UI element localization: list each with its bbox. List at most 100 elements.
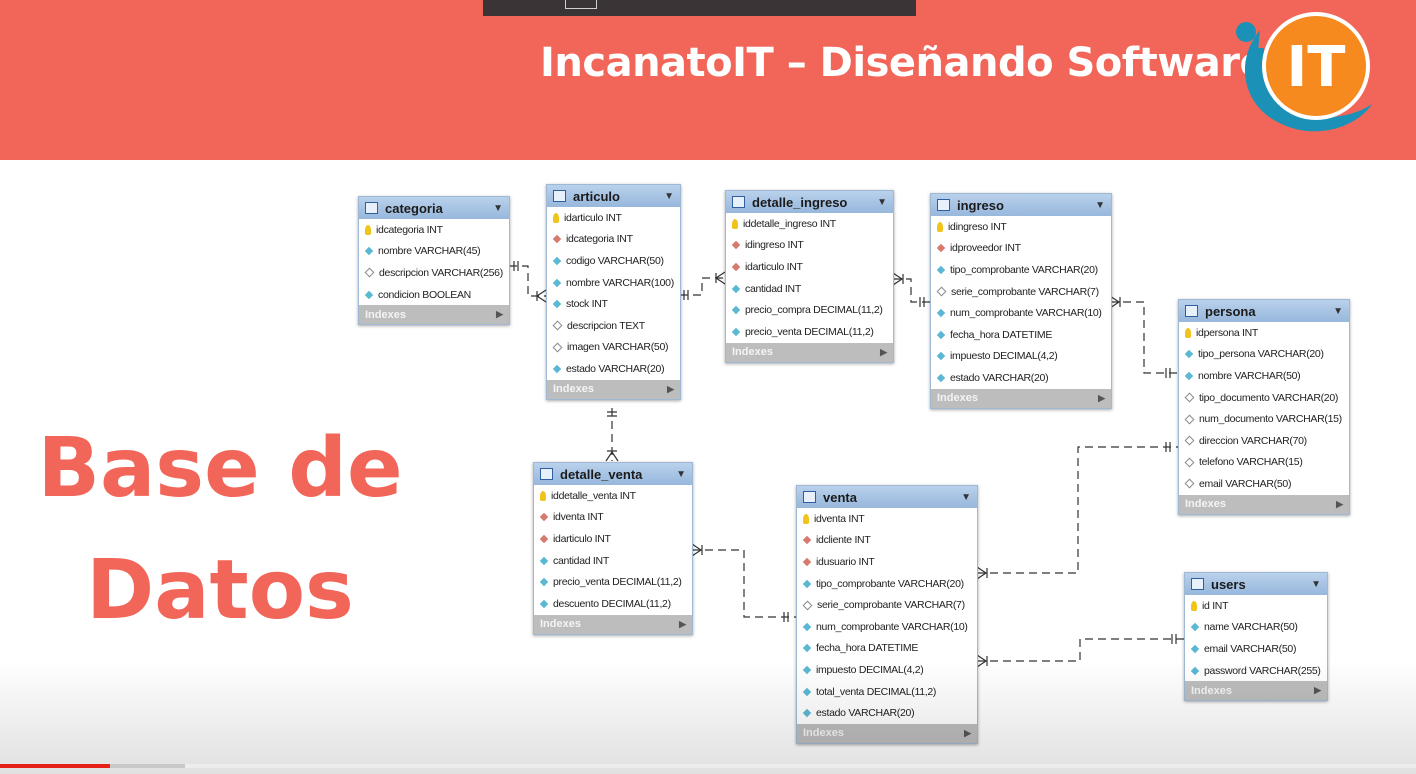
expand-arrow-icon[interactable]: ▶ — [496, 309, 503, 320]
indexes-section[interactable]: Indexes ▶ — [547, 379, 680, 399]
column-row[interactable]: idingreso INT — [931, 216, 1111, 238]
table-detalle-ingreso[interactable]: detalle_ingreso ▼ iddetalle_ingreso INT idi… — [725, 190, 894, 363]
column-row[interactable]: num_documento VARCHAR(15) — [1179, 408, 1349, 430]
table-header[interactable]: persona ▼ — [1179, 300, 1349, 322]
column-row[interactable]: idpersona INT — [1179, 322, 1349, 344]
column-row[interactable]: tipo_documento VARCHAR(20) — [1179, 387, 1349, 409]
column-row[interactable]: cantidad INT — [534, 550, 692, 572]
column-row[interactable]: stock INT — [547, 293, 680, 315]
column-row[interactable]: password VARCHAR(255) — [1185, 660, 1327, 682]
table-header[interactable]: venta ▼ — [797, 486, 977, 508]
column-label: idcategoria INT — [376, 223, 443, 236]
table-articulo[interactable]: articulo ▼ idarticulo INT idcategoria INT co… — [546, 184, 681, 400]
column-row[interactable]: tipo_comprobante VARCHAR(20) — [797, 573, 977, 595]
expand-arrow-icon[interactable]: ▶ — [667, 384, 674, 395]
relation-ingreso-persona — [1110, 301, 1178, 374]
chevron-down-icon[interactable]: ▼ — [961, 492, 971, 503]
column-row[interactable]: direccion VARCHAR(70) — [1179, 430, 1349, 452]
column-row[interactable]: precio_compra DECIMAL(11,2) — [726, 299, 893, 321]
column-row[interactable]: nombre VARCHAR(100) — [547, 272, 680, 294]
column-row[interactable]: tipo_persona VARCHAR(20) — [1179, 344, 1349, 366]
chevron-down-icon[interactable]: ▼ — [1333, 306, 1343, 317]
indexes-section[interactable]: Indexes ▶ — [931, 388, 1111, 408]
table-header[interactable]: detalle_ingreso ▼ — [726, 191, 893, 213]
column-row[interactable]: idarticulo INT — [547, 207, 680, 229]
expand-arrow-icon[interactable]: ▶ — [679, 619, 686, 630]
indexes-section[interactable]: Indexes ▶ — [1179, 494, 1349, 514]
column-row[interactable]: tipo_comprobante VARCHAR(20) — [931, 259, 1111, 281]
column-row[interactable]: idcategoria INT — [547, 229, 680, 251]
table-persona[interactable]: persona ▼ idpersona INT tipo_persona VARCHA… — [1178, 299, 1350, 515]
column-row[interactable]: codigo VARCHAR(50) — [547, 250, 680, 272]
column-row[interactable]: idproveedor INT — [931, 238, 1111, 260]
column-row[interactable]: serie_comprobante VARCHAR(7) — [797, 594, 977, 616]
indexes-section[interactable]: Indexes ▶ — [726, 342, 893, 362]
column-row[interactable]: imagen VARCHAR(50) — [547, 337, 680, 359]
column-row[interactable]: email VARCHAR(50) — [1185, 638, 1327, 660]
column-row[interactable]: descuento DECIMAL(11,2) — [534, 593, 692, 615]
indexes-section[interactable]: Indexes ▶ — [1185, 681, 1327, 701]
column-row[interactable]: condicion BOOLEAN — [359, 284, 509, 306]
column-row[interactable]: precio_venta DECIMAL(11,2) — [726, 321, 893, 343]
table-categoria[interactable]: categoria ▼ idcategoria INT nombre VARCHAR(… — [358, 196, 510, 326]
table-header[interactable]: detalle_venta ▼ — [534, 463, 692, 485]
chevron-down-icon[interactable]: ▼ — [664, 191, 674, 202]
table-detalle-venta[interactable]: detalle_venta ▼ iddetalle_venta INT idventa… — [533, 462, 693, 635]
expand-arrow-icon[interactable]: ▶ — [1336, 499, 1343, 510]
table-users[interactable]: users ▼ id INT name VARCHAR(50) email VARCHA… — [1184, 572, 1328, 702]
column-row[interactable]: fecha_hora DATETIME — [797, 638, 977, 660]
column-row[interactable]: idarticulo INT — [534, 528, 692, 550]
video-progress-bar[interactable] — [0, 764, 1416, 768]
chevron-down-icon[interactable]: ▼ — [1311, 579, 1321, 590]
table-header[interactable]: users ▼ — [1185, 573, 1327, 595]
column-row[interactable]: idcliente INT — [797, 530, 977, 552]
expand-arrow-icon[interactable]: ▶ — [964, 728, 971, 739]
column-row[interactable]: idventa INT — [797, 508, 977, 530]
indexes-section[interactable]: Indexes ▶ — [797, 723, 977, 743]
table-name: detalle_ingreso — [752, 194, 848, 210]
column-row[interactable]: idventa INT — [534, 507, 692, 529]
column-row[interactable]: idusuario INT — [797, 551, 977, 573]
table-header[interactable]: categoria ▼ — [359, 197, 509, 219]
column-row[interactable]: email VARCHAR(50) — [1179, 473, 1349, 495]
table-venta[interactable]: venta ▼ idventa INT idcliente INT idusuario … — [796, 485, 978, 744]
column-row[interactable]: estado VARCHAR(20) — [547, 358, 680, 380]
chevron-down-icon[interactable]: ▼ — [1095, 200, 1105, 211]
column-row[interactable]: descripcion TEXT — [547, 315, 680, 337]
column-row[interactable]: descripcion VARCHAR(256) — [359, 262, 509, 284]
column-row[interactable]: impuesto DECIMAL(4,2) — [931, 346, 1111, 368]
chevron-down-icon[interactable]: ▼ — [493, 203, 503, 214]
column-row[interactable]: telefono VARCHAR(15) — [1179, 452, 1349, 474]
column-row[interactable]: iddetalle_ingreso INT — [726, 213, 893, 235]
chevron-down-icon[interactable]: ▼ — [676, 469, 686, 480]
column-row[interactable]: idingreso INT — [726, 235, 893, 257]
column-row[interactable]: num_comprobante VARCHAR(10) — [797, 616, 977, 638]
column-row[interactable]: fecha_hora DATETIME — [931, 324, 1111, 346]
column-row[interactable]: nombre VARCHAR(50) — [1179, 365, 1349, 387]
column-row[interactable]: estado VARCHAR(20) — [797, 702, 977, 724]
column-row[interactable]: nombre VARCHAR(45) — [359, 241, 509, 263]
table-header[interactable]: articulo ▼ — [547, 185, 680, 207]
column-row[interactable]: serie_comprobante VARCHAR(7) — [931, 281, 1111, 303]
column-row[interactable]: num_comprobante VARCHAR(10) — [931, 302, 1111, 324]
column-row[interactable]: total_venta DECIMAL(11,2) — [797, 681, 977, 703]
column-row[interactable]: iddetalle_venta INT — [534, 485, 692, 507]
expand-arrow-icon[interactable]: ▶ — [880, 347, 887, 358]
column-row[interactable]: idcategoria INT — [359, 219, 509, 241]
indexes-section[interactable]: Indexes ▶ — [534, 614, 692, 634]
table-header[interactable]: ingreso ▼ — [931, 194, 1111, 216]
chevron-down-icon[interactable]: ▼ — [877, 197, 887, 208]
column-row[interactable]: impuesto DECIMAL(4,2) — [797, 659, 977, 681]
table-ingreso[interactable]: ingreso ▼ idingreso INT idproveedor INT tipo… — [930, 193, 1112, 409]
expand-arrow-icon[interactable]: ▶ — [1098, 393, 1105, 404]
column-row[interactable]: estado VARCHAR(20) — [931, 367, 1111, 389]
column-row[interactable]: precio_venta DECIMAL(11,2) — [534, 571, 692, 593]
column-row[interactable]: id INT — [1185, 595, 1327, 617]
video-frame[interactable]: IncanatoIT – Diseñando Software IT Base … — [0, 0, 1416, 774]
column-label: idusuario INT — [816, 555, 875, 568]
column-row[interactable]: name VARCHAR(50) — [1185, 617, 1327, 639]
indexes-section[interactable]: Indexes ▶ — [359, 305, 509, 325]
column-row[interactable]: idarticulo INT — [726, 256, 893, 278]
expand-arrow-icon[interactable]: ▶ — [1314, 685, 1321, 696]
column-row[interactable]: cantidad INT — [726, 278, 893, 300]
